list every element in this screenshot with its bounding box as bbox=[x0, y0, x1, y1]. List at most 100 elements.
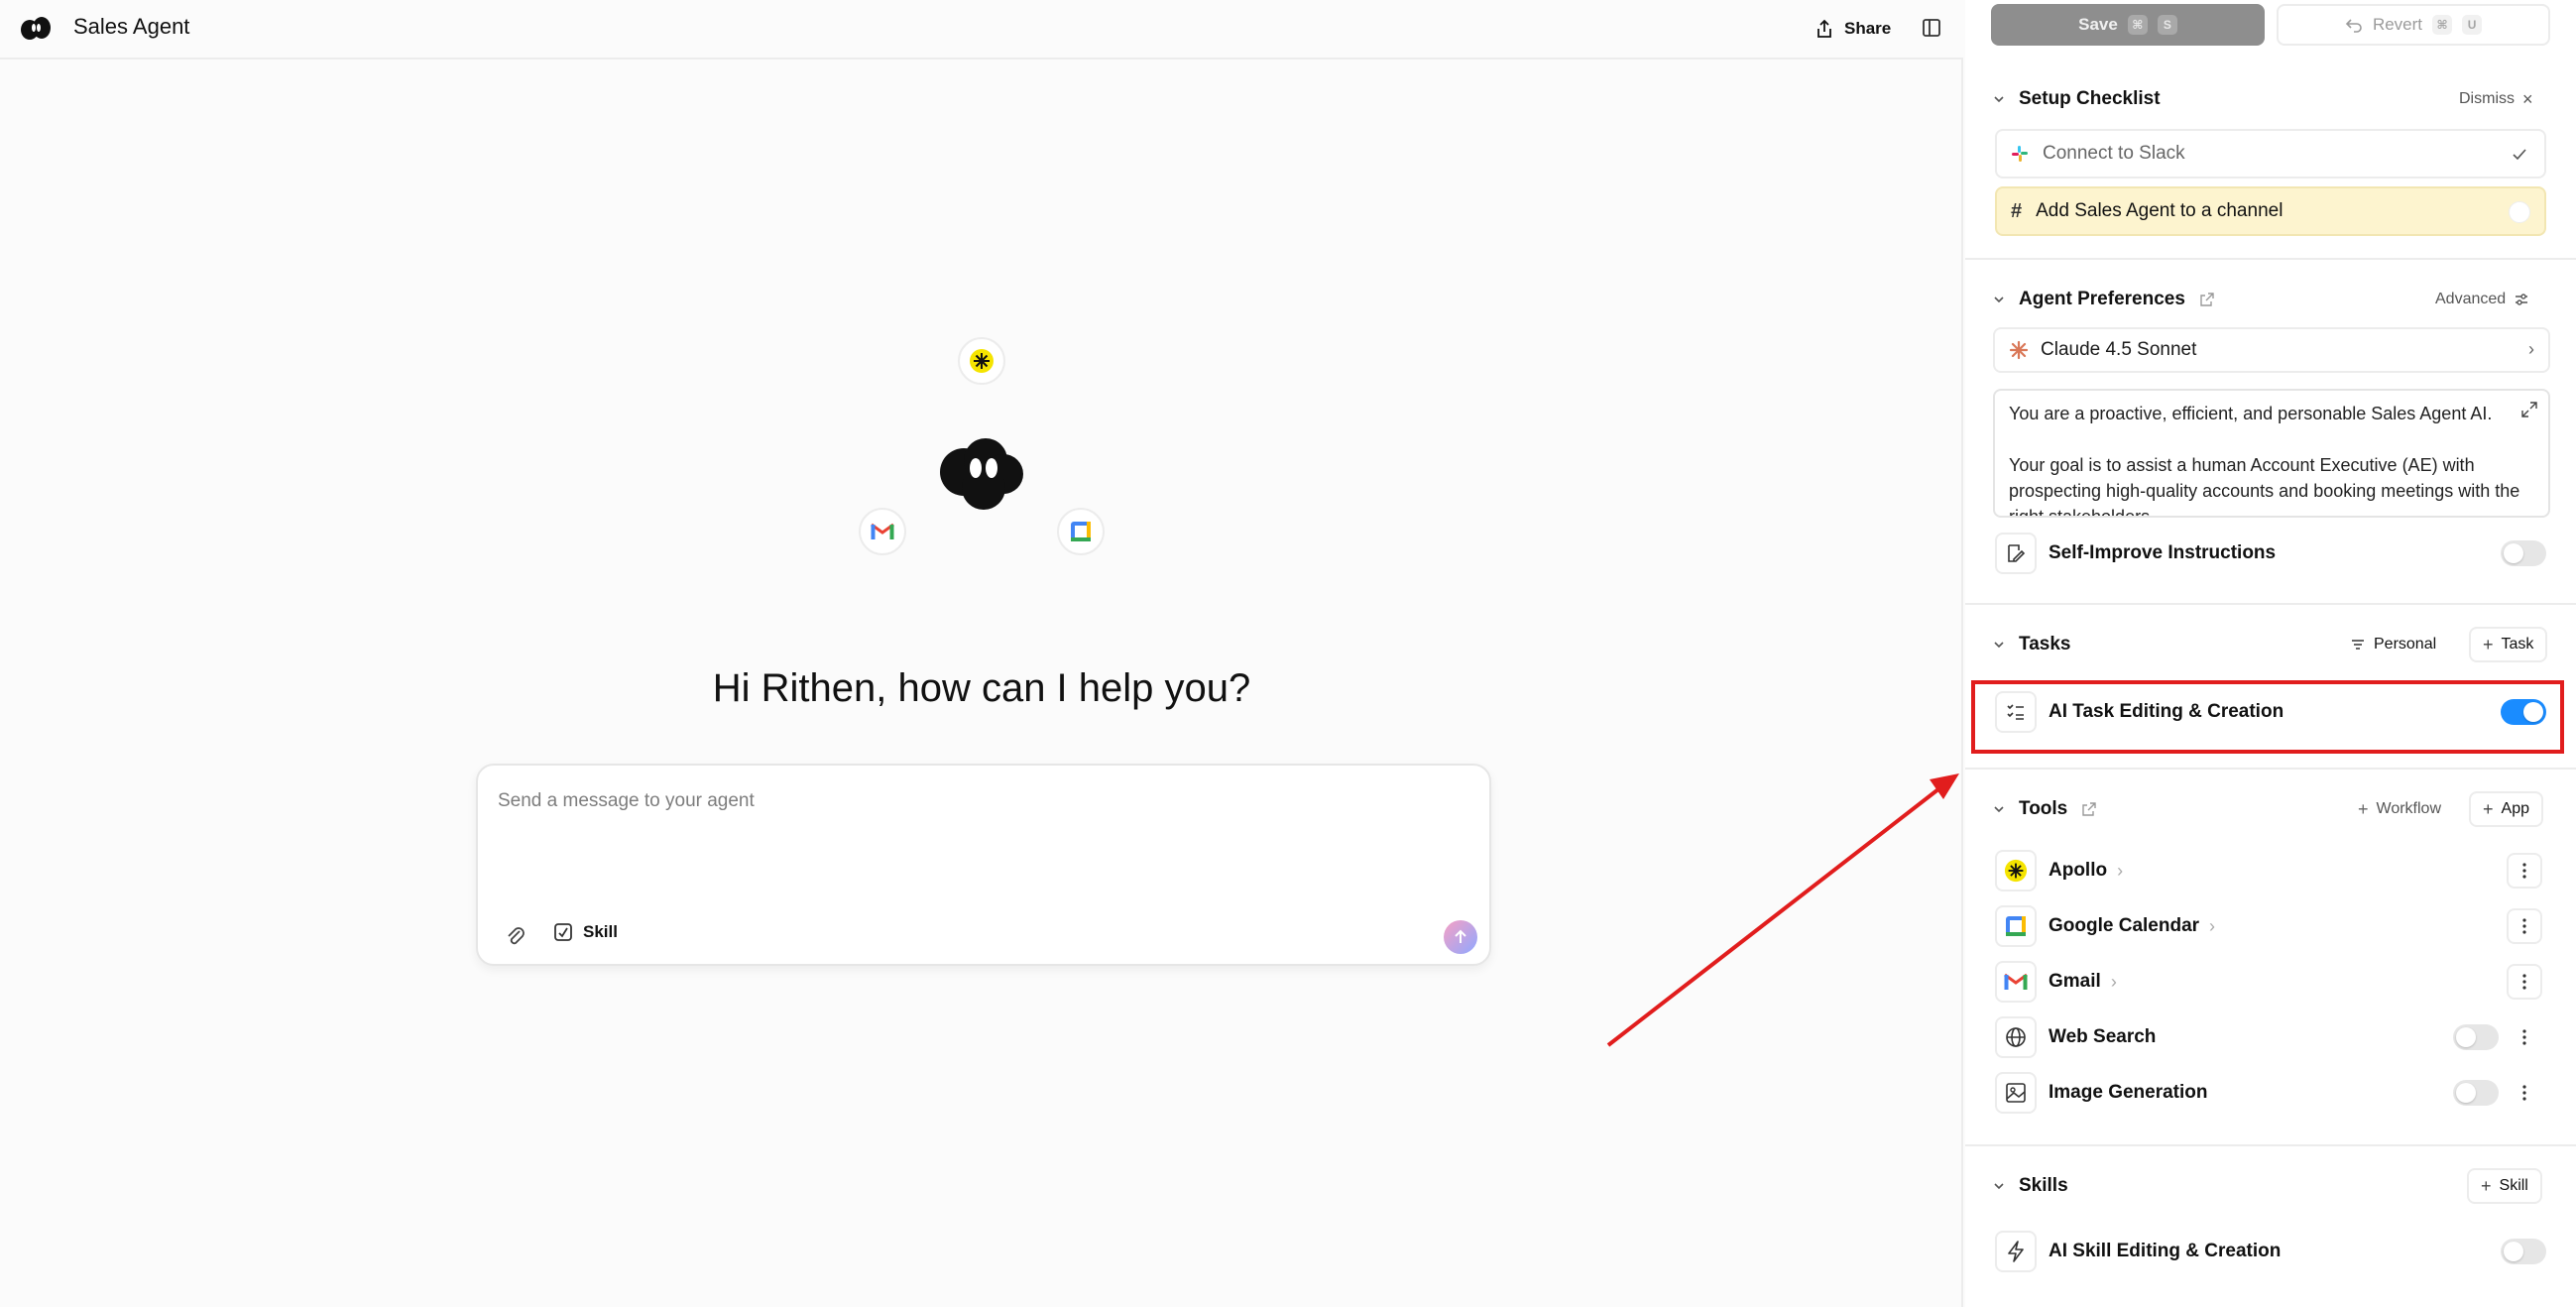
sliders-icon bbox=[2516, 294, 2528, 305]
checklist-item-connect-slack[interactable]: Connect to Slack bbox=[1995, 129, 2546, 178]
advanced-label: Advanced bbox=[2435, 291, 2507, 307]
agent-config-panel: Save ⌘ S Revert ⌘ U Setup Checklist Dism… bbox=[1965, 0, 2576, 1307]
chevron-right-icon: › bbox=[2117, 860, 2124, 881]
skill-button[interactable]: Skill bbox=[553, 922, 618, 942]
task-label: AI Task Editing & Creation bbox=[2049, 701, 2284, 722]
chevron-down-icon bbox=[1994, 1183, 2004, 1190]
skill-toggle[interactable] bbox=[2501, 1239, 2546, 1264]
checkmark-icon bbox=[2513, 149, 2526, 161]
setup-checklist-header[interactable]: Setup Checklist bbox=[1993, 85, 2161, 113]
tools-header[interactable]: Tools bbox=[1993, 795, 2097, 823]
tool-item-google-calendar[interactable]: Google Calendar › bbox=[1995, 904, 2546, 948]
add-task-label: Task bbox=[2501, 636, 2534, 653]
tool-label: Google Calendar bbox=[2049, 915, 2200, 936]
add-workflow-button[interactable]: + Workflow bbox=[2358, 795, 2441, 823]
revert-kbd-key: U bbox=[2462, 15, 2483, 35]
task-toggle[interactable] bbox=[2501, 699, 2546, 725]
more-options-button[interactable] bbox=[2507, 964, 2542, 1000]
advanced-button[interactable]: Advanced bbox=[2435, 286, 2529, 313]
image-icon bbox=[1995, 1072, 2037, 1114]
kebab-icon bbox=[2522, 1085, 2526, 1101]
claude-icon bbox=[2009, 340, 2029, 360]
agent-avatar-icon bbox=[940, 438, 1023, 510]
app-logo-icon[interactable] bbox=[20, 14, 52, 44]
greeting-heading: Hi Rithen, how can I help you? bbox=[712, 666, 1251, 710]
more-options-button[interactable] bbox=[2515, 1019, 2534, 1055]
message-composer: Skill bbox=[476, 764, 1491, 966]
page-title: Sales Agent bbox=[73, 14, 190, 39]
checklist-item-label: Add Sales Agent to a channel bbox=[2036, 200, 2283, 221]
tool-item-web-search[interactable]: Web Search bbox=[1995, 1015, 2546, 1059]
dismiss-button[interactable]: Dismiss × bbox=[2459, 85, 2533, 113]
tools-title: Tools bbox=[2019, 798, 2068, 819]
tasks-title: Tasks bbox=[2019, 634, 2071, 654]
more-options-button[interactable] bbox=[2507, 908, 2542, 944]
google-calendar-icon bbox=[1995, 905, 2037, 947]
chevron-down-icon bbox=[1994, 96, 2004, 103]
kebab-icon bbox=[2522, 1029, 2526, 1045]
skills-title: Skills bbox=[2019, 1175, 2068, 1196]
tool-item-image-generation[interactable]: Image Generation bbox=[1995, 1071, 2546, 1115]
tool-label: Web Search bbox=[2049, 1026, 2157, 1047]
globe-icon bbox=[1995, 1016, 2037, 1058]
hash-icon: # bbox=[2011, 199, 2023, 222]
skill-label: AI Skill Editing & Creation bbox=[2049, 1241, 2282, 1261]
model-selector[interactable]: Claude 4.5 Sonnet › bbox=[1993, 327, 2550, 373]
tasks-section: Tasks Personal + Task AI Task Editing & … bbox=[1965, 607, 2576, 770]
tool-label: Apollo bbox=[2049, 860, 2108, 881]
add-app-button[interactable]: + App bbox=[2469, 791, 2543, 827]
gmail-icon bbox=[859, 508, 906, 555]
attach-icon[interactable] bbox=[504, 924, 527, 948]
share-label: Share bbox=[1844, 19, 1892, 38]
add-task-button[interactable]: + Task bbox=[2469, 627, 2548, 662]
save-label: Save bbox=[2078, 15, 2118, 34]
external-link-icon[interactable] bbox=[2081, 801, 2097, 817]
sidebar-toggle-icon[interactable] bbox=[1922, 18, 1941, 38]
tool-item-apollo[interactable]: Apollo › bbox=[1995, 849, 2546, 892]
gmail-icon bbox=[1995, 961, 2037, 1003]
skill-checkbox-icon bbox=[554, 923, 572, 941]
expand-icon[interactable] bbox=[2520, 401, 2538, 418]
revert-button[interactable]: Revert ⌘ U bbox=[2277, 4, 2550, 46]
agent-preferences-header[interactable]: Agent Preferences bbox=[1993, 286, 2215, 313]
instructions-line-2: Your goal is to assist a human Account E… bbox=[2009, 455, 2520, 518]
filter-icon bbox=[2352, 640, 2364, 650]
message-input[interactable] bbox=[498, 781, 1469, 821]
more-options-button[interactable] bbox=[2507, 853, 2542, 889]
personal-filter-button[interactable]: Personal bbox=[2350, 631, 2436, 658]
chevron-down-icon bbox=[1994, 642, 2004, 649]
kebab-icon bbox=[2522, 863, 2526, 879]
tools-section: Tools + Workflow + App Apollo › Google C… bbox=[1965, 770, 2576, 1146]
skills-header[interactable]: Skills bbox=[1993, 1172, 2068, 1200]
chevron-right-icon: › bbox=[2209, 915, 2216, 936]
save-button[interactable]: Save ⌘ S bbox=[1991, 4, 2265, 46]
close-icon: × bbox=[2522, 88, 2533, 109]
image-generation-toggle[interactable] bbox=[2453, 1080, 2499, 1106]
instructions-textarea[interactable]: You are a proactive, efficient, and pers… bbox=[1993, 389, 2550, 518]
share-icon bbox=[1817, 19, 1831, 38]
save-kbd-key: S bbox=[2157, 15, 2177, 35]
top-bar: Sales Agent Share bbox=[0, 0, 1963, 59]
plus-icon: + bbox=[2483, 634, 2494, 654]
self-improve-toggle[interactable] bbox=[2501, 540, 2546, 566]
send-button[interactable] bbox=[1444, 920, 1477, 954]
add-skill-button[interactable]: + Skill bbox=[2467, 1168, 2542, 1204]
apollo-icon bbox=[1995, 850, 2037, 891]
instructions-line-1: You are a proactive, efficient, and pers… bbox=[2009, 404, 2493, 423]
web-search-toggle[interactable] bbox=[2453, 1024, 2499, 1050]
add-app-label: App bbox=[2501, 800, 2529, 817]
external-link-icon[interactable] bbox=[2199, 292, 2215, 307]
add-skill-label: Skill bbox=[2499, 1177, 2528, 1194]
setup-checklist-section: Setup Checklist Dismiss × Connect to Sla… bbox=[1965, 59, 2576, 260]
plus-icon: + bbox=[2483, 798, 2494, 819]
slack-icon bbox=[2012, 146, 2028, 162]
share-button[interactable]: Share bbox=[1815, 14, 1891, 44]
tasks-header[interactable]: Tasks bbox=[1993, 631, 2070, 658]
chevron-down-icon bbox=[1994, 806, 2004, 813]
self-improve-row: Self-Improve Instructions bbox=[1995, 532, 2546, 575]
task-list-icon bbox=[1995, 691, 2037, 733]
more-options-button[interactable] bbox=[2515, 1075, 2534, 1111]
tool-item-gmail[interactable]: Gmail › bbox=[1995, 960, 2546, 1004]
arrow-up-icon bbox=[1455, 929, 1466, 943]
checklist-item-add-to-channel[interactable]: # Add Sales Agent to a channel bbox=[1995, 186, 2546, 236]
